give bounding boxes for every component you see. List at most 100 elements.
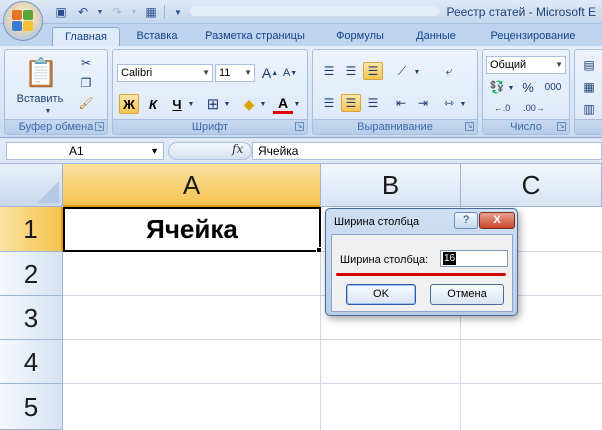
tab-review[interactable]: Рецензирование [478,27,588,46]
wrap-text-icon[interactable]: ⤶ [439,62,459,80]
formula-input[interactable]: Ячейка [252,142,602,160]
align-right-icon[interactable]: ☰ [363,94,383,112]
cell-a1[interactable]: Ячейка [63,207,321,252]
align-center-icon[interactable]: ☰ [341,94,361,112]
orientation-dropdown-icon[interactable]: ▼ [413,65,421,79]
undo-dropdown-icon[interactable]: ▼ [96,3,104,21]
undo-icon[interactable]: ↶ [74,3,92,21]
customize-qat-icon[interactable]: ▼ [169,3,187,21]
gridline [63,383,602,384]
paste-dropdown-icon[interactable]: ▼ [43,106,53,116]
fill-handle[interactable] [316,247,322,253]
row-header-3[interactable]: 3 [0,296,63,340]
currency-icon[interactable]: 💱 [487,78,507,96]
merge-center-icon[interactable]: ⇿ [439,94,459,112]
save-icon[interactable]: ▣ [52,3,70,21]
name-box-dropdown-icon: ▼ [150,146,159,156]
blurred-title-region [190,6,440,16]
tab-insert[interactable]: Вставка [126,27,188,46]
decrease-decimal-icon[interactable]: .00→ [521,100,547,116]
column-header-a[interactable]: A [63,164,321,207]
align-top-icon[interactable]: ☰ [319,62,339,80]
conditional-format-icon[interactable]: ▤ [579,56,599,74]
thousands-button[interactable]: 000 [541,78,565,96]
fill-color-dropdown-icon[interactable]: ▼ [259,97,267,111]
increase-decimal-icon[interactable]: ←.0 [489,100,515,116]
underline-dropdown-icon[interactable]: ▼ [187,97,195,111]
group-label-clipboard: Буфер обмена [5,119,107,134]
font-color-icon[interactable]: A [273,94,293,114]
bold-button[interactable]: Ж [119,94,139,114]
row-header-1[interactable]: 1 [0,207,63,252]
borders-dropdown-icon[interactable]: ▼ [223,97,231,111]
ok-button[interactable]: OK [346,284,416,305]
ribbon: 📋 Вставить ▼ ✂ ❐ 🖌 Буфер обмена ↘ Calibr… [0,46,602,138]
redo-dropdown-icon[interactable]: ▼ [130,3,138,21]
group-label-alignment: Выравнивание [313,119,477,134]
group-label-styles [575,119,602,134]
number-format-select[interactable]: Общий ▼ [486,56,566,74]
number-launcher-icon[interactable]: ↘ [557,122,566,131]
tab-data[interactable]: Данные [404,27,468,46]
cell-styles-icon[interactable]: ▥ [579,100,599,118]
font-size-value: 11 [219,67,231,79]
align-left-icon[interactable]: ☰ [319,94,339,112]
shrink-font-button[interactable]: A ▼ [281,64,299,82]
tab-formulas[interactable]: Формулы [326,27,394,46]
office-button[interactable] [3,1,43,41]
dialog-body: Ширина столбца: 16 OK Отмена [331,234,513,312]
name-box[interactable]: A1 ▼ [6,142,164,160]
font-name-dropdown-icon: ▼ [202,68,210,77]
font-name-select[interactable]: Calibri ▼ [117,64,213,82]
row-header-2[interactable]: 2 [0,252,63,296]
font-size-select[interactable]: 11 ▼ [215,64,255,82]
borders-icon[interactable]: ⊞ [203,94,223,114]
group-clipboard: 📋 Вставить ▼ ✂ ❐ 🖌 Буфер обмена ↘ [4,49,108,135]
merge-dropdown-icon[interactable]: ▼ [459,97,467,111]
clipboard-launcher-icon[interactable]: ↘ [95,122,104,131]
form-icon[interactable]: ▦ [142,3,160,21]
currency-dropdown-icon[interactable]: ▼ [507,81,515,95]
group-alignment: ☰ ☰ ☰ ⟋ ▼ ⤶ ☰ ☰ ☰ ⇤ ⇥ ⇿ ▼ Выравнивание ↘ [312,49,478,135]
underline-button[interactable]: Ч [167,94,187,114]
decrease-indent-icon[interactable]: ⇤ [391,94,411,112]
column-width-input[interactable]: 16 [440,250,508,267]
help-button[interactable]: ? [454,212,478,229]
row-header-4[interactable]: 4 [0,340,63,384]
italic-button[interactable]: К [143,94,163,114]
format-table-icon[interactable]: ▦ [579,78,599,96]
percent-button[interactable]: % [519,78,537,96]
close-button[interactable]: X [479,212,515,229]
row-header-5[interactable]: 5 [0,384,63,430]
column-header-b[interactable]: B [321,164,461,207]
format-painter-icon[interactable]: 🖌 [77,94,95,112]
cancel-button[interactable]: Отмена [430,284,504,305]
grow-font-label: A [261,65,272,81]
tab-home[interactable]: Главная [52,27,120,46]
highlight-underline [336,273,506,276]
copy-icon[interactable]: ❐ [77,74,95,92]
font-size-dropdown-icon: ▼ [244,68,252,77]
column-header-c[interactable]: C [461,164,602,207]
insert-function-icon[interactable]: fx [232,142,243,156]
shrink-font-label: A [282,67,291,79]
select-all-button[interactable] [0,164,63,207]
formula-bar: A1 ▼ fx Ячейка [0,138,602,164]
fx-label: fx [232,142,244,156]
align-bottom-icon[interactable]: ☰ [363,62,383,80]
align-middle-icon[interactable]: ☰ [341,62,361,80]
cut-icon[interactable]: ✂ [77,54,95,72]
redo-icon[interactable]: ↷ [108,3,126,21]
paste-icon[interactable]: 📋 [23,54,59,90]
alignment-launcher-icon[interactable]: ↘ [465,122,474,131]
increase-indent-icon[interactable]: ⇥ [413,94,433,112]
grow-font-button[interactable]: A ▲ [261,64,279,82]
font-color-dropdown-icon[interactable]: ▼ [293,97,301,111]
font-launcher-icon[interactable]: ↘ [295,122,304,131]
orientation-icon[interactable]: ⟋ [391,62,413,80]
paste-button-label[interactable]: Вставить [13,92,67,106]
fill-color-icon[interactable]: ◆ [239,94,259,114]
tab-page-layout[interactable]: Разметка страницы [196,27,314,46]
quick-access-toolbar: ▣ ↶ ▼ ↷ ▼ ▦ ▼ [52,3,187,21]
group-number: Общий ▼ 💱 ▼ % 000 ←.0 .00→ Число ↘ [482,49,570,135]
